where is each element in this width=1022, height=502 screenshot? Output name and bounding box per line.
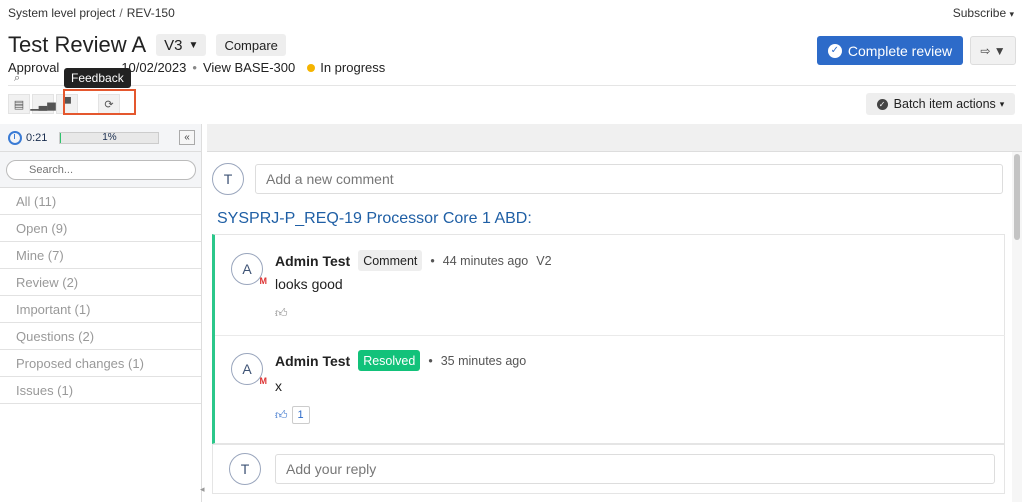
comment-time: 35 minutes ago — [440, 353, 527, 368]
avatar-initial: A — [242, 261, 252, 277]
progress-fill — [60, 132, 62, 143]
document-view-button[interactable]: ▤ — [8, 94, 30, 114]
filter-item[interactable]: Proposed changes (1) — [0, 350, 201, 377]
filter-item[interactable]: Mine (7) — [0, 242, 201, 269]
comment-separator: • — [428, 353, 433, 368]
comment-author: Admin Test — [275, 252, 351, 269]
check-circle-icon: ✓ — [827, 43, 842, 58]
chevron-down-icon: ▼ — [188, 39, 199, 51]
like-count: 1 — [291, 406, 310, 424]
collapse-panel-button[interactable]: « — [179, 130, 195, 145]
compare-button[interactable]: Compare — [216, 34, 286, 56]
comment-time: 44 minutes ago — [442, 253, 529, 268]
search-wrap — [0, 152, 201, 188]
comment-separator: • — [430, 253, 435, 268]
reply-area: T Add your reply — [212, 444, 1005, 494]
chevron-down-icon: ▼ — [993, 43, 1006, 58]
comments-scrollbar[interactable] — [1012, 152, 1022, 502]
review-progress-bar: 1% — [59, 131, 160, 144]
meta-separator: • — [192, 60, 197, 75]
thumbs-up-icon: 👍︎ — [275, 407, 288, 422]
search-input[interactable] — [6, 160, 196, 180]
subscribe-dropdown[interactable]: Subscribe ▾ — [953, 6, 1014, 20]
filter-item[interactable]: Issues (1) — [0, 377, 201, 404]
filter-item[interactable]: Questions (2) — [0, 323, 201, 350]
feedback-tooltip: Feedback — [64, 68, 131, 88]
progress-label: 1% — [102, 132, 117, 143]
like-button[interactable]: 👍︎ 1 — [275, 406, 310, 424]
avatar-badge: M — [259, 376, 268, 386]
comment-author: Admin Test — [275, 352, 351, 369]
highlight-box — [63, 89, 136, 115]
content-header-bar — [207, 124, 1022, 152]
search-icon: ⌕ — [14, 72, 21, 84]
version-dropdown[interactable]: V3 ▼ — [156, 34, 207, 56]
reply-avatar: T — [229, 453, 261, 485]
reply-input[interactable]: Add your reply — [275, 454, 995, 484]
status-dot-icon — [307, 63, 316, 72]
comment-item: A M Admin Test Comment • 44 minutes ago … — [215, 235, 1005, 335]
timer-row: 0:21 1% « — [0, 124, 201, 152]
batch-item-actions-dropdown[interactable]: ✓ Batch item actions ▾ — [866, 93, 1015, 115]
filter-item[interactable]: All (11) — [0, 188, 201, 215]
current-user-avatar: T — [212, 163, 244, 195]
page-title: Test Review A — [8, 32, 147, 57]
chevron-down-icon: ▾ — [999, 98, 1005, 109]
chart-icon: ▁▃▅ — [30, 98, 56, 111]
stats-view-button[interactable]: ▁▃▅ — [30, 94, 56, 114]
header-divider — [8, 85, 1016, 86]
filter-item[interactable]: Open (9) — [0, 215, 201, 242]
view-baseline-link[interactable]: View BASE-300 — [203, 60, 295, 75]
new-comment-input[interactable]: Add a new comment — [255, 164, 1003, 194]
timer-value: 0:21 — [26, 131, 48, 144]
double-chevron-left-icon: « — [184, 132, 190, 143]
avatar: A M — [231, 253, 267, 286]
title-row: Test Review A V3 ▼ Compare — [8, 32, 286, 58]
thumbs-up-icon: 👍︎ — [275, 306, 288, 320]
comment-thread: A M Admin Test Comment • 44 minutes ago … — [212, 234, 1005, 444]
filter-list: All (11) Open (9) Mine (7) Review (2) Import… — [0, 188, 201, 404]
document-icon: ▤ — [13, 98, 25, 111]
resolved-badge: Resolved — [358, 350, 421, 371]
version-label: V3 — [164, 36, 183, 54]
filter-item[interactable]: Review (2) — [0, 269, 201, 296]
meta-date: 10/02/2023 — [121, 60, 187, 75]
resize-handle-icon[interactable]: ◂ — [200, 484, 205, 495]
avatar: A M — [231, 353, 267, 386]
comment-header: Admin Test Resolved • 35 minutes ago — [275, 350, 526, 371]
breadcrumb-project-link[interactable]: System level project — [8, 6, 115, 20]
breadcrumb-separator: / — [119, 6, 123, 20]
chevron-down-icon: ▾ — [1009, 9, 1014, 19]
comment-text: looks good — [275, 276, 343, 292]
export-icon: ⇨ — [980, 43, 991, 58]
export-dropdown-button[interactable]: ⇨ ▼ — [970, 36, 1016, 65]
requirement-title-link[interactable]: SYSPRJ-P_REQ-19 Processor Core 1 ABD: — [217, 210, 532, 228]
batch-actions-label: Batch item actions — [893, 97, 996, 111]
breadcrumb-review-link[interactable]: REV-150 — [127, 6, 175, 20]
breadcrumb: System level project / REV-150 — [8, 6, 175, 20]
scrollbar-thumb[interactable] — [1014, 154, 1020, 240]
comment-header: Admin Test Comment • 44 minutes ago V2 — [275, 250, 552, 271]
complete-review-button[interactable]: ✓ Complete review — [817, 36, 963, 65]
avatar-badge: M — [259, 276, 268, 286]
comments-area: T Add a new comment SYSPRJ-P_REQ-19 Proc… — [207, 152, 1022, 502]
clock-icon — [8, 130, 22, 145]
subscribe-label: Subscribe — [952, 6, 1007, 20]
comment-version: V2 — [536, 253, 552, 268]
comment-item: A M Admin Test Resolved • 35 minutes ago… — [215, 335, 1005, 443]
status-text: In progress — [320, 60, 386, 75]
complete-review-label: Complete review — [847, 42, 953, 59]
filter-panel: 0:21 1% « All (11)Open (9)Mine (7)Review… — [0, 124, 205, 502]
comment-text: x — [275, 378, 282, 394]
like-button[interactable]: 👍︎ — [275, 306, 288, 321]
avatar-initial: A — [242, 361, 252, 377]
check-circle-icon: ✓ — [876, 98, 888, 110]
comment-type-badge: Comment — [358, 250, 423, 271]
filter-item[interactable]: Important (1) — [0, 296, 201, 323]
